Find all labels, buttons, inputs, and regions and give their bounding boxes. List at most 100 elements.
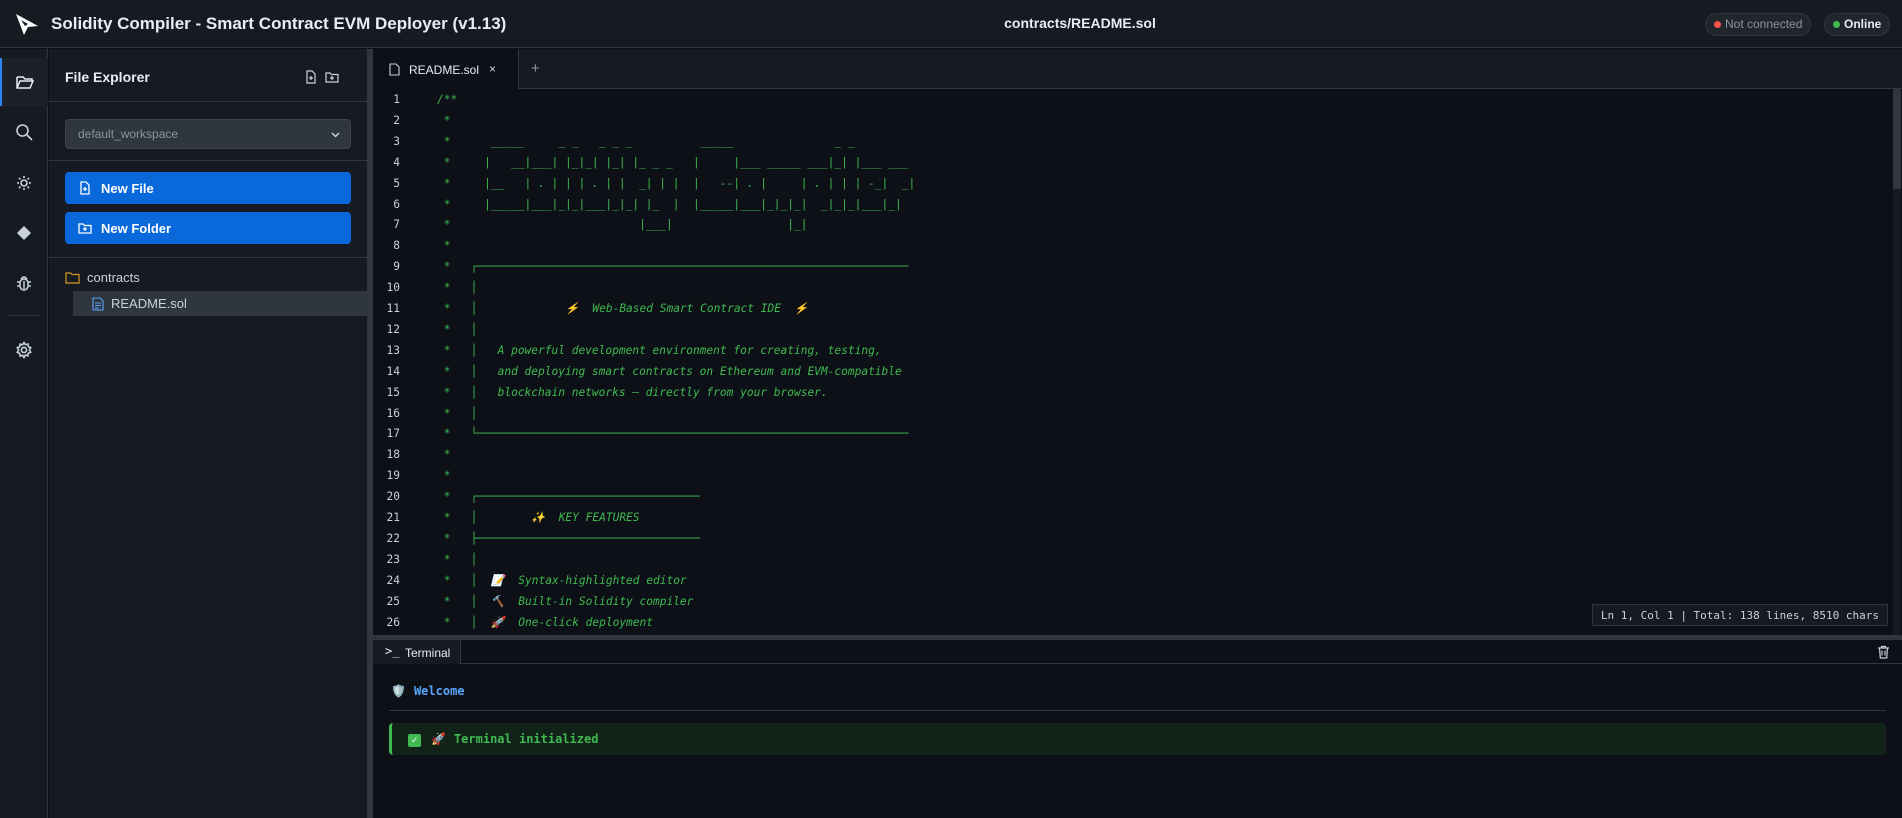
line-number: 16 bbox=[386, 406, 400, 420]
line-text: * bbox=[437, 469, 451, 483]
welcome-label: Welcome bbox=[413, 684, 465, 698]
line-number: 1 bbox=[393, 93, 400, 106]
code-line: 19 * bbox=[373, 469, 1873, 490]
line-number: 5 bbox=[393, 176, 400, 190]
trash-icon[interactable] bbox=[1877, 645, 1890, 659]
line-text: * │ blockchain networks — directly from … bbox=[437, 385, 828, 399]
compile-gear-icon bbox=[17, 176, 31, 190]
file-explorer-panel: File Explorer default_workspace New File… bbox=[49, 49, 367, 818]
line-text: * |__ | . | | | . | | _| | | | --| . | |… bbox=[437, 176, 916, 190]
workspace-select[interactable]: default_workspace bbox=[65, 119, 351, 149]
code-line: 2 * bbox=[373, 114, 1873, 135]
line-number: 12 bbox=[386, 322, 400, 336]
activity-bar bbox=[0, 49, 48, 818]
activity-debug[interactable] bbox=[0, 259, 48, 307]
line-text: * │ ⚡ Web-Based Smart Contract IDE ⚡ bbox=[437, 302, 809, 315]
line-number: 20 bbox=[386, 490, 400, 504]
new-folder-icon bbox=[78, 223, 92, 234]
editor-scrollbar[interactable] bbox=[1893, 89, 1901, 635]
line-number: 17 bbox=[386, 427, 400, 441]
line-number: 15 bbox=[386, 385, 400, 399]
activity-settings[interactable] bbox=[0, 326, 48, 374]
code-line: 4 * | __|___| |_|_| |_| |_ _ _ | |___ __… bbox=[373, 156, 1873, 177]
line-text: * │ bbox=[437, 552, 478, 566]
line-text: * ┌───────────────────────────────── bbox=[437, 490, 700, 504]
new-file-button-label: New File bbox=[101, 181, 154, 196]
settings-gear-icon bbox=[16, 340, 32, 360]
network-status-badge[interactable]: Online bbox=[1824, 13, 1891, 36]
ethereum-diamond-icon bbox=[17, 226, 31, 240]
activity-search[interactable] bbox=[0, 108, 48, 156]
line-text: * bbox=[437, 448, 451, 462]
editor-tab-readme[interactable]: README.sol × bbox=[373, 49, 519, 89]
scrollbar-thumb[interactable] bbox=[1893, 89, 1901, 189]
line-text: * └─────────────────────────────────────… bbox=[437, 427, 909, 441]
wallet-status-badge[interactable]: Not connected bbox=[1705, 13, 1812, 36]
workspace-select-value: default_workspace bbox=[78, 127, 179, 141]
line-number: 23 bbox=[386, 552, 400, 566]
terminal-message-text: Terminal initialized bbox=[453, 732, 599, 746]
file-icon bbox=[389, 63, 400, 76]
code-line: 1 /** bbox=[373, 93, 1873, 114]
folder-icon bbox=[65, 272, 80, 284]
new-folder-button[interactable]: New Folder bbox=[65, 212, 351, 244]
code-line: 16 * │ bbox=[373, 407, 1873, 428]
line-number: 18 bbox=[386, 448, 400, 462]
code-line: 5 * |__ | . | | | . | | _| | | | --| . |… bbox=[373, 177, 1873, 198]
terminal-message: ✓ 🚀 Terminal initialized bbox=[389, 723, 1886, 755]
activity-deploy[interactable] bbox=[0, 209, 48, 257]
line-text: * |___| |_| bbox=[437, 218, 808, 232]
line-number: 10 bbox=[386, 281, 400, 295]
tree-file-readme[interactable]: README.sol bbox=[73, 291, 367, 316]
new-folder-icon[interactable] bbox=[324, 69, 340, 85]
line-number: 7 bbox=[393, 218, 400, 232]
add-tab-button[interactable]: + bbox=[531, 60, 540, 77]
line-number: 21 bbox=[386, 511, 400, 524]
line-text: * │ 🔨 Built-in Solidity compiler bbox=[437, 594, 694, 608]
line-number: 25 bbox=[386, 594, 400, 608]
line-text: * │ bbox=[437, 322, 478, 336]
line-text: * │ 🚀 One-click deployment bbox=[437, 615, 653, 629]
tree-folder-contracts[interactable]: contracts bbox=[65, 268, 140, 288]
tree-folder-label: contracts bbox=[87, 270, 140, 285]
terminal-panel: >_ Terminal 🛡️ Welcome ✓ 🚀 Terminal initial… bbox=[373, 640, 1902, 818]
new-file-icon bbox=[80, 181, 90, 195]
code-area[interactable]: 1/** 2 * 3 * _____ _ _ _ _ _ _____ _ _ 4 * … bbox=[373, 93, 1902, 631]
current-file-path: contracts/README.sol bbox=[1004, 15, 1156, 31]
code-line: 14 * │ and deploying smart contracts on … bbox=[373, 365, 1873, 386]
line-number: 6 bbox=[393, 197, 400, 211]
line-text: * │ 📝 Syntax-highlighted editor bbox=[437, 573, 687, 587]
online-dot-icon bbox=[1833, 21, 1840, 28]
code-line: 23 * │ bbox=[373, 553, 1873, 574]
sidebar-divider bbox=[49, 257, 367, 258]
new-file-icon[interactable] bbox=[303, 69, 319, 85]
check-icon: ✓ bbox=[408, 734, 421, 747]
code-line: 6 * |_____|___|_|_|___|_|_| |_ | |_____|… bbox=[373, 198, 1873, 219]
tree-file-label: README.sol bbox=[111, 296, 187, 311]
activity-compile[interactable] bbox=[0, 159, 48, 207]
new-file-button[interactable]: New File bbox=[65, 172, 351, 204]
line-text: * │ bbox=[437, 406, 478, 420]
sidebar-divider bbox=[49, 101, 367, 102]
line-number: 3 bbox=[393, 134, 400, 148]
line-text: * bbox=[437, 113, 451, 127]
code-line: 20 * ┌───────────────────────────────── bbox=[373, 490, 1873, 511]
code-line: 3 * _____ _ _ _ _ _ _____ _ _ bbox=[373, 135, 1873, 156]
line-number: 8 bbox=[393, 239, 400, 253]
line-text: * │ A powerful development environment f… bbox=[437, 343, 882, 357]
title-bar: Solidity Compiler - Smart Contract EVM D… bbox=[0, 0, 1902, 48]
close-tab-icon[interactable]: × bbox=[489, 62, 496, 76]
activity-file-explorer[interactable] bbox=[0, 58, 48, 106]
line-number: 13 bbox=[386, 343, 400, 357]
disconnected-dot-icon bbox=[1714, 21, 1721, 28]
code-line: 9 * ┌───────────────────────────────────… bbox=[373, 260, 1873, 281]
code-line: 7 * |___| |_| bbox=[373, 218, 1873, 239]
terminal-tab[interactable]: >_ Terminal bbox=[373, 640, 461, 664]
terminal-divider bbox=[389, 710, 1886, 711]
code-line: 13 * │ A powerful development environmen… bbox=[373, 344, 1873, 365]
line-text: * _____ _ _ _ _ _ _____ _ _ bbox=[437, 134, 855, 148]
bug-icon bbox=[17, 276, 31, 291]
line-number: 2 bbox=[393, 113, 400, 127]
code-line: 17 * └──────────────────────────────────… bbox=[373, 427, 1873, 448]
code-line: 18 * bbox=[373, 448, 1873, 469]
